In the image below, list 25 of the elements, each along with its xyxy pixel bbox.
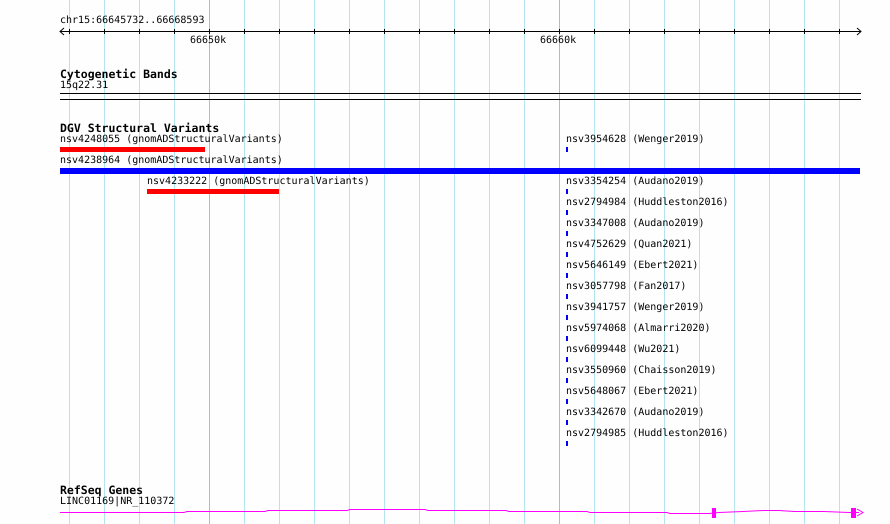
variant-label: nsv4233222 (gnomADStructuralVariants) (147, 176, 370, 188)
variant-label: nsv5648067 (Ebert2021) (566, 386, 698, 398)
variant-label: nsv6099448 (Wu2021) (566, 344, 680, 356)
ruler-tick-label: 66650k (190, 35, 226, 47)
variant-label: nsv3347008 (Audano2019) (566, 218, 704, 230)
variant-label: nsv4752629 (Quan2021) (566, 239, 692, 251)
track-title: Cytogenetic Bands (60, 68, 178, 80)
variant-label: nsv5974068 (Almarri2020) (566, 323, 710, 335)
band-label: 15q22.31 (60, 80, 108, 92)
variant-label: nsv3342670 (Audano2019) (566, 407, 704, 419)
ruler-location: chr15:66645732..66668593 (60, 15, 204, 27)
variant-label: nsv5646149 (Ebert2021) (566, 260, 698, 272)
ruler-tick-label: 66660k (540, 35, 576, 47)
track-title: DGV Structural Variants (60, 122, 220, 134)
variant-label: nsv4248055 (gnomADStructuralVariants) (60, 134, 283, 146)
track-title: RefSeq Genes (60, 484, 144, 496)
variant-label: nsv2794984 (Huddleston2016) (566, 197, 729, 209)
variant-label: nsv2794985 (Huddleston2016) (566, 428, 729, 440)
variant-label: nsv4238964 (gnomADStructuralVariants) (60, 155, 283, 167)
variant-label: nsv3954628 (Wenger2019) (566, 134, 704, 146)
gene-label: LINC01169|NR_110372 (60, 496, 174, 508)
variant-label: nsv3550960 (Chaisson2019) (566, 365, 717, 377)
variant-label: nsv3057798 (Fan2017) (566, 281, 686, 293)
variant-label: nsv3941757 (Wenger2019) (566, 302, 704, 314)
variant-label: nsv3354254 (Audano2019) (566, 176, 704, 188)
